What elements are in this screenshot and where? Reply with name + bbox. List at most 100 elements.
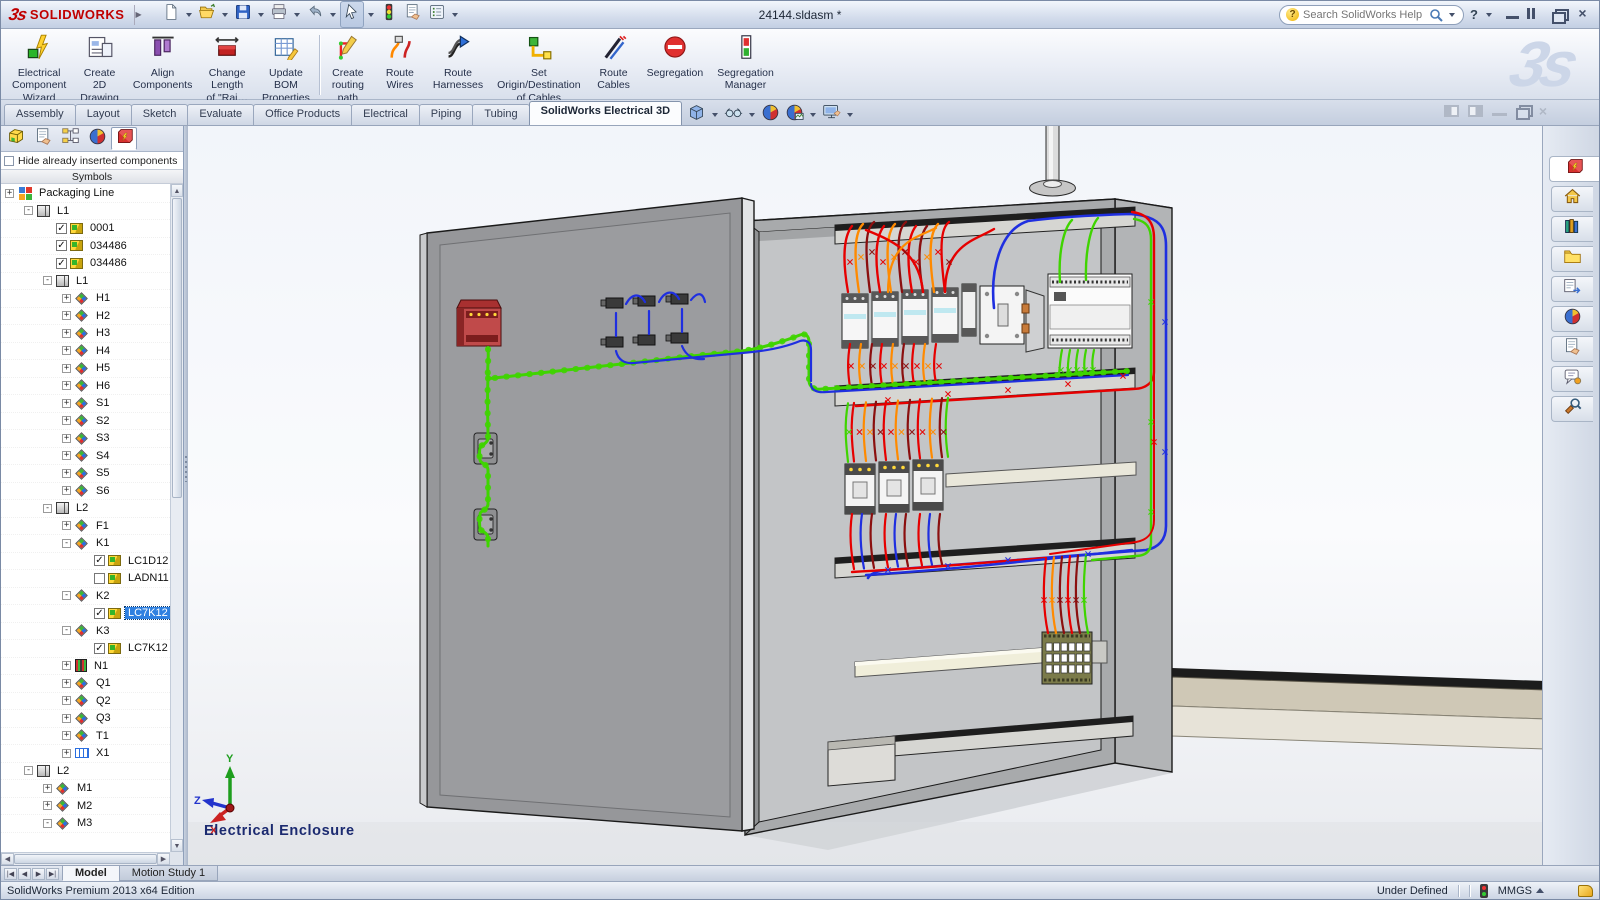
search-icon[interactable]	[1429, 8, 1443, 22]
view-settings-button[interactable]	[821, 102, 842, 128]
tree-item-s6[interactable]: +S6	[1, 483, 170, 501]
appearances-tab[interactable]	[1551, 306, 1593, 332]
route-cables-button[interactable]: Route Cables	[588, 31, 640, 99]
custom-properties-tab[interactable]	[1551, 336, 1593, 362]
units-selector[interactable]: MMGS	[1498, 885, 1544, 897]
3d-viewport[interactable]: Y Z X Electrical Enclosure	[188, 126, 1542, 865]
tree-vertical-scrollbar[interactable]: ▲ ▼	[170, 184, 183, 852]
properties-sheet-tab[interactable]	[30, 127, 56, 150]
expand-icon[interactable]: +	[62, 346, 71, 355]
solidworks-electrical-tab-icon[interactable]	[1565, 157, 1584, 181]
hide-show-items-icon[interactable]	[724, 103, 743, 127]
home-icon[interactable]	[1563, 187, 1582, 211]
minimize-icon[interactable]	[1506, 10, 1519, 19]
route-harnesses-button[interactable]: Route Harnesses	[426, 31, 490, 99]
last-sheet-icon[interactable]: ▶|	[46, 868, 59, 880]
custom-properties-icon[interactable]	[1563, 337, 1582, 361]
conveyor-beam[interactable]	[1172, 668, 1542, 749]
scroll-left-icon[interactable]: ◀	[1, 853, 14, 865]
expand-icon[interactable]: +	[62, 696, 71, 705]
expand-icon[interactable]: +	[62, 294, 71, 303]
undo-dropdown-icon[interactable]	[330, 13, 336, 17]
tree-item-m2[interactable]: +M2	[1, 798, 170, 816]
appearance-ball-icon[interactable]	[88, 127, 107, 151]
undo-button[interactable]	[304, 2, 326, 27]
change-length-button[interactable]: Change Length of "Rai…	[199, 31, 255, 99]
design-library-tab[interactable]	[1551, 216, 1593, 242]
tree-item-h3[interactable]: +H3	[1, 325, 170, 343]
file-explorer-tab[interactable]	[1551, 246, 1593, 272]
tab-assembly[interactable]: Assembly	[4, 104, 76, 125]
tab-piping[interactable]: Piping	[419, 104, 474, 125]
tree-item-l1[interactable]: -L1	[1, 273, 170, 291]
terminal-block[interactable]	[1042, 632, 1092, 684]
tree-item-k2[interactable]: -K2	[1, 588, 170, 606]
cascade-windows-icon[interactable]	[1552, 9, 1566, 21]
tree-item-h5[interactable]: +H5	[1, 360, 170, 378]
tree-item-t1[interactable]: +T1	[1, 728, 170, 746]
collapse-icon[interactable]: -	[62, 539, 71, 548]
expand-icon[interactable]: +	[62, 399, 71, 408]
segregation-button[interactable]: Segregation	[640, 31, 711, 99]
tree-item-lc7k12[interactable]: ✓LC7K12	[1, 605, 170, 623]
tree-item-l2[interactable]: -L2	[1, 500, 170, 518]
edit-appearance-icon[interactable]	[761, 103, 780, 127]
split-left-icon[interactable]	[1444, 105, 1459, 117]
enclosure-pole[interactable]	[1030, 126, 1076, 196]
rebuild-traffic-light-button[interactable]	[378, 2, 400, 27]
create-routing-path-button[interactable]: Create routing path	[322, 31, 374, 99]
select-cursor-icon[interactable]	[343, 3, 361, 26]
tree-item-s3[interactable]: +S3	[1, 430, 170, 448]
new-file-icon[interactable]	[162, 3, 180, 26]
solidworks-electrical-tab-tab[interactable]	[1549, 156, 1599, 182]
tree-horizontal-scrollbar[interactable]: ◀ ▶	[1, 852, 170, 865]
file-explorer-icon[interactable]	[1563, 247, 1582, 271]
tab-sketch[interactable]: Sketch	[131, 104, 189, 125]
options-icon[interactable]	[428, 3, 446, 26]
open-file-button[interactable]	[196, 2, 218, 27]
scroll-down-icon[interactable]: ▼	[171, 839, 183, 852]
undo-icon[interactable]	[306, 3, 324, 26]
apply-scene-dropdown-icon[interactable]	[810, 113, 816, 117]
forum-icon[interactable]	[1563, 367, 1582, 391]
open-file-dropdown-icon[interactable]	[222, 13, 228, 17]
tree-item-k1[interactable]: -K1	[1, 535, 170, 553]
collapse-icon[interactable]: -	[62, 626, 71, 635]
tree-item-m1[interactable]: +M1	[1, 780, 170, 798]
display-style-button[interactable]	[686, 102, 707, 128]
enclosure-door[interactable]	[420, 198, 754, 831]
tree-item-s5[interactable]: +S5	[1, 465, 170, 483]
expand-icon[interactable]: +	[62, 749, 71, 758]
tree-item-m3[interactable]: -M3	[1, 815, 170, 833]
apply-scene-icon[interactable]	[785, 103, 804, 127]
collapse-icon[interactable]: -	[43, 819, 52, 828]
structure-tree-tab[interactable]	[57, 127, 83, 150]
hide-show-items-button[interactable]	[723, 102, 744, 128]
design-library-icon[interactable]	[1563, 217, 1582, 241]
open-file-icon[interactable]	[198, 3, 216, 26]
help-dropdown-icon[interactable]	[1486, 13, 1492, 17]
view-palette-icon[interactable]	[1563, 277, 1582, 301]
expand-icon[interactable]: +	[62, 486, 71, 495]
search-tools-icon[interactable]	[1563, 397, 1582, 421]
route-wires-button[interactable]: Route Wires	[374, 31, 426, 99]
tab-solidworks-electrical-3d[interactable]: SolidWorks Electrical 3D	[529, 101, 682, 125]
collapse-icon[interactable]: -	[24, 766, 33, 775]
properties-sheet-icon[interactable]	[34, 127, 53, 151]
scroll-right-icon[interactable]: ▶	[157, 853, 170, 865]
new-file-dropdown-icon[interactable]	[186, 13, 192, 17]
tab-tubing[interactable]: Tubing	[472, 104, 529, 125]
tree-item-s4[interactable]: +S4	[1, 448, 170, 466]
next-sheet-icon[interactable]: ▶	[32, 868, 45, 880]
title-bar[interactable]: 3s SOLIDWORKS ▶ 24144.sldasm * ? ? ×	[1, 1, 1599, 29]
expand-icon[interactable]: +	[62, 329, 71, 338]
expand-icon[interactable]: +	[62, 521, 71, 530]
expand-icon[interactable]: +	[62, 451, 71, 460]
doc-close-icon[interactable]: ×	[1539, 105, 1547, 117]
tree-checkbox[interactable]: ✓	[94, 643, 105, 654]
search-tools-tab[interactable]	[1551, 396, 1593, 422]
expand-icon[interactable]: +	[43, 801, 52, 810]
collapse-icon[interactable]: -	[43, 504, 52, 513]
view-palette-tab[interactable]	[1551, 276, 1593, 302]
display-style-icon[interactable]	[687, 103, 706, 127]
